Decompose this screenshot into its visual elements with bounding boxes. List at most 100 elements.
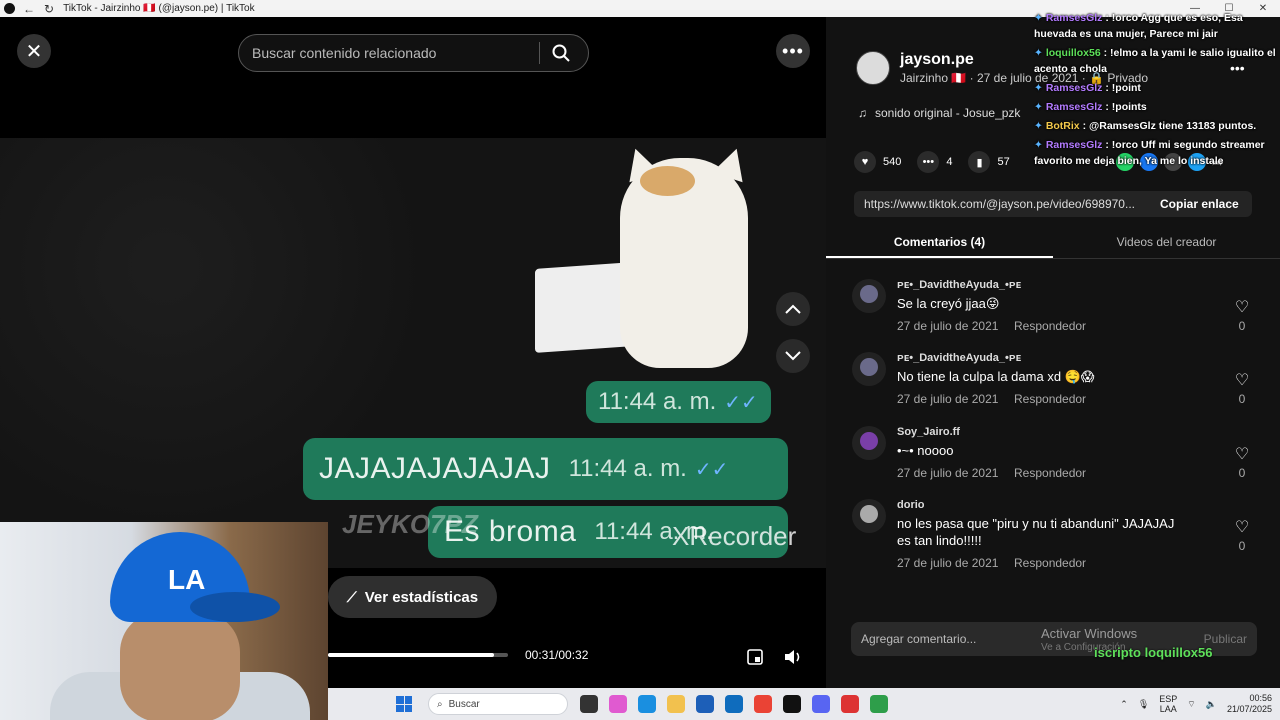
badge-icon: ✦ [1034, 47, 1043, 59]
badge-icon: ✦ [1034, 120, 1043, 132]
copilot-icon[interactable] [609, 695, 627, 713]
chat-line: ✦ RamsesGlz : !point [1034, 82, 1141, 94]
tiktok-icon[interactable] [783, 695, 801, 713]
reply-button[interactable]: Respondedor [1014, 466, 1086, 480]
save-count: 57 [997, 156, 1010, 168]
publish-button[interactable]: Publicar [1204, 632, 1247, 646]
commenter-name[interactable]: dorio [897, 499, 925, 511]
close-video-button[interactable]: ✕ [17, 34, 51, 68]
reply-button[interactable]: Respondedor [1014, 556, 1086, 570]
creator-avatar[interactable] [856, 51, 890, 85]
close-icon: ✕ [25, 40, 43, 63]
commenter-avatar[interactable] [852, 426, 886, 460]
comment-button[interactable]: ••• 4 [917, 151, 952, 173]
commenter-name[interactable]: ᴘᴇ•_DavidtheAyuda_•ᴘᴇ [897, 352, 1021, 364]
cap-brim [190, 592, 280, 622]
commenter-avatar[interactable] [852, 279, 886, 313]
comment-like-count: 0 [1238, 319, 1246, 333]
copy-link-button[interactable]: Copiar enlace [1146, 197, 1239, 211]
chat-message: !point [1111, 82, 1141, 94]
previous-video-button[interactable] [776, 292, 810, 326]
language-indicator[interactable]: ESP LAA [1159, 694, 1177, 714]
comment-date: 27 de julio de 2021 [897, 466, 999, 480]
save-button[interactable]: ▮ 57 [968, 151, 1010, 173]
task-view-icon[interactable] [580, 695, 598, 713]
comment-like-button[interactable]: ♡ 0 [1232, 444, 1252, 480]
obs-icon[interactable] [841, 695, 859, 713]
view-stats-button[interactable]: ⟋ Ver estadísticas [328, 576, 497, 618]
file-explorer-icon[interactable] [667, 695, 685, 713]
video-player[interactable]: 11:44 a. m. ✓✓ JAJAJAJAJAJAJ 11:44 a. m.… [0, 138, 826, 568]
taskbar-search[interactable]: ⌕ Buscar [428, 693, 568, 715]
message-time: 11:44 a. m. [598, 388, 717, 415]
chat-message: !points [1111, 101, 1147, 113]
watermark-right: XRecorder [672, 521, 797, 551]
taskbar-search-label: Buscar [448, 698, 480, 710]
sound-link[interactable]: ♫ sonido original - Josue_pzk [858, 106, 1020, 120]
sound-name: sonido original - Josue_pzk [875, 106, 1021, 120]
search-icon[interactable] [540, 35, 582, 71]
windows-taskbar: ⌕ Buscar ⌃ 🎙 ESP LAA ⌔ 🔈 00:56 21/07/2025 [328, 688, 1280, 720]
reply-button[interactable]: Respondedor [1014, 392, 1086, 406]
related-search-input[interactable] [239, 45, 539, 61]
volume-button[interactable] [778, 642, 808, 672]
comment-text: no les pasa que "piru y nu ti abanduni" … [897, 516, 1175, 548]
heart-outline-icon: ♡ [1234, 519, 1250, 536]
chart-line-icon: ⟋ [346, 588, 357, 605]
chrome-icon[interactable] [754, 695, 772, 713]
chat-user: BotRix [1045, 120, 1080, 132]
video-url: https://www.tiktok.com/@jayson.pe/video/… [864, 197, 1135, 211]
cat-patch [640, 166, 695, 196]
taskbar-clock[interactable]: 00:56 21/07/2025 [1227, 693, 1272, 715]
comment-text: Se la creyó jjaa😜 [897, 296, 1000, 311]
tab-comments[interactable]: Comentarios (4) [826, 229, 1053, 258]
stream-sub-alert: iscripto loquillox56 [1094, 645, 1213, 660]
comment-like-button[interactable]: ♡ 0 [1232, 517, 1252, 553]
view-stats-label: Ver estadísticas [364, 588, 479, 606]
commenter-name[interactable]: ᴘᴇ•_DavidtheAyuda_•ᴘᴇ [897, 279, 1021, 291]
back-arrow-icon[interactable]: ← [23, 2, 35, 16]
commenter-avatar[interactable] [852, 352, 886, 386]
language-code: ESP [1159, 694, 1178, 704]
message-bubble-2: JAJAJAJAJAJAJ 11:44 a. m. ✓✓ [303, 438, 788, 500]
picture-in-picture-button[interactable] [740, 642, 770, 672]
chat-user: RamsesGlz [1045, 12, 1103, 24]
commenter-avatar[interactable] [852, 499, 886, 533]
tiktok-favicon-icon [4, 3, 15, 14]
comment-like-button[interactable]: ♡ 0 [1232, 297, 1252, 333]
more-options-button[interactable]: ••• [776, 34, 810, 68]
language-layout: LAA [1159, 704, 1177, 714]
tab-creator-videos[interactable]: Videos del creador [1053, 229, 1280, 258]
double-check-icon: ✓✓ [724, 391, 758, 414]
comment-like-button[interactable]: ♡ 0 [1232, 370, 1252, 406]
like-button[interactable]: ♥ 540 [854, 151, 901, 173]
search-icon: ⌕ [437, 698, 443, 710]
video-progress-bar[interactable] [328, 653, 508, 657]
chevron-up-icon[interactable]: ⌃ [1120, 699, 1128, 710]
message-time: 11:44 a. m. [568, 455, 687, 482]
next-video-button[interactable] [776, 339, 810, 373]
dodgers-logo: LA [168, 564, 206, 595]
stack-app-icon[interactable] [870, 695, 888, 713]
badge-icon: ✦ [1034, 101, 1043, 113]
wifi-icon[interactable]: ⌔ [1187, 699, 1195, 710]
windows-start-icon[interactable] [396, 696, 412, 712]
edge-icon[interactable] [638, 695, 656, 713]
post-more-icon[interactable]: ••• [1230, 60, 1245, 76]
reload-icon[interactable]: ↻ [44, 2, 54, 16]
commenter-name[interactable]: Soy_Jairo.ff [897, 426, 960, 438]
creator-username[interactable]: jayson.pe [900, 51, 974, 69]
volume-icon[interactable]: 🔈 [1206, 699, 1217, 710]
window-title: TikTok - Jairzinho 🇵🇪 (@jayson.pe) | Tik… [63, 3, 255, 14]
ellipsis-icon: ••• [782, 40, 804, 61]
chat-user: RamsesGlz [1045, 101, 1103, 113]
streamer-face [120, 612, 240, 720]
discord-icon[interactable] [812, 695, 830, 713]
microphone-icon[interactable]: 🎙 [1138, 699, 1149, 710]
chevron-down-icon [785, 351, 801, 361]
store-icon[interactable] [696, 695, 714, 713]
system-tray: ⌃ 🎙 ESP LAA ⌔ 🔈 00:56 21/07/2025 [1120, 693, 1272, 715]
badge-icon: ✦ [1034, 139, 1043, 151]
outlook-icon[interactable] [725, 695, 743, 713]
reply-button[interactable]: Respondedor [1014, 319, 1086, 333]
